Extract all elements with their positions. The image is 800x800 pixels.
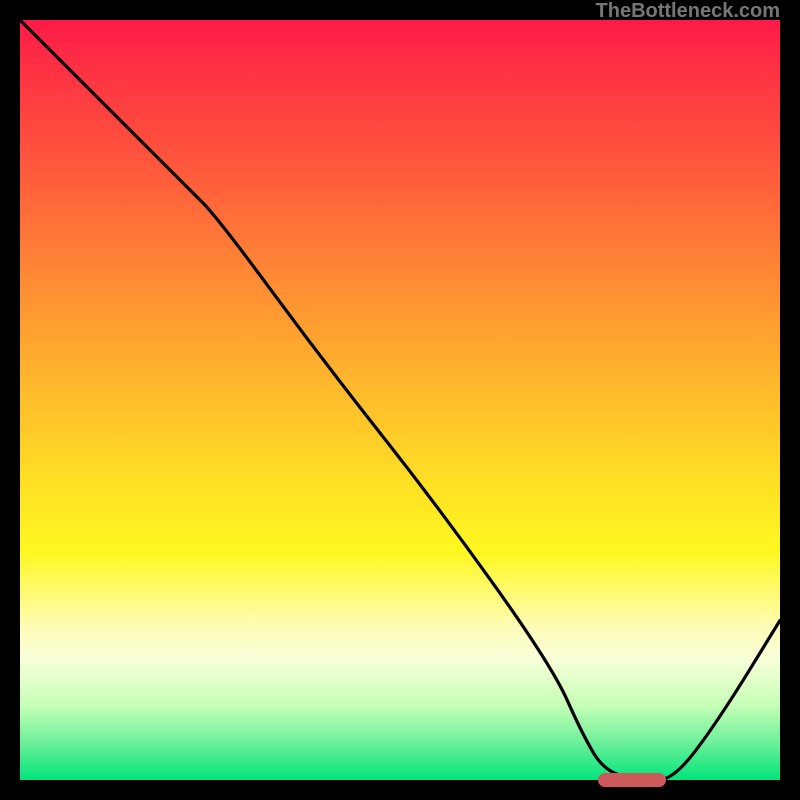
- bottleneck-curve: [20, 20, 780, 780]
- chart-canvas: TheBottleneck.com: [0, 0, 800, 800]
- optimal-range-marker: [598, 773, 666, 787]
- watermark-text: TheBottleneck.com: [596, 0, 780, 23]
